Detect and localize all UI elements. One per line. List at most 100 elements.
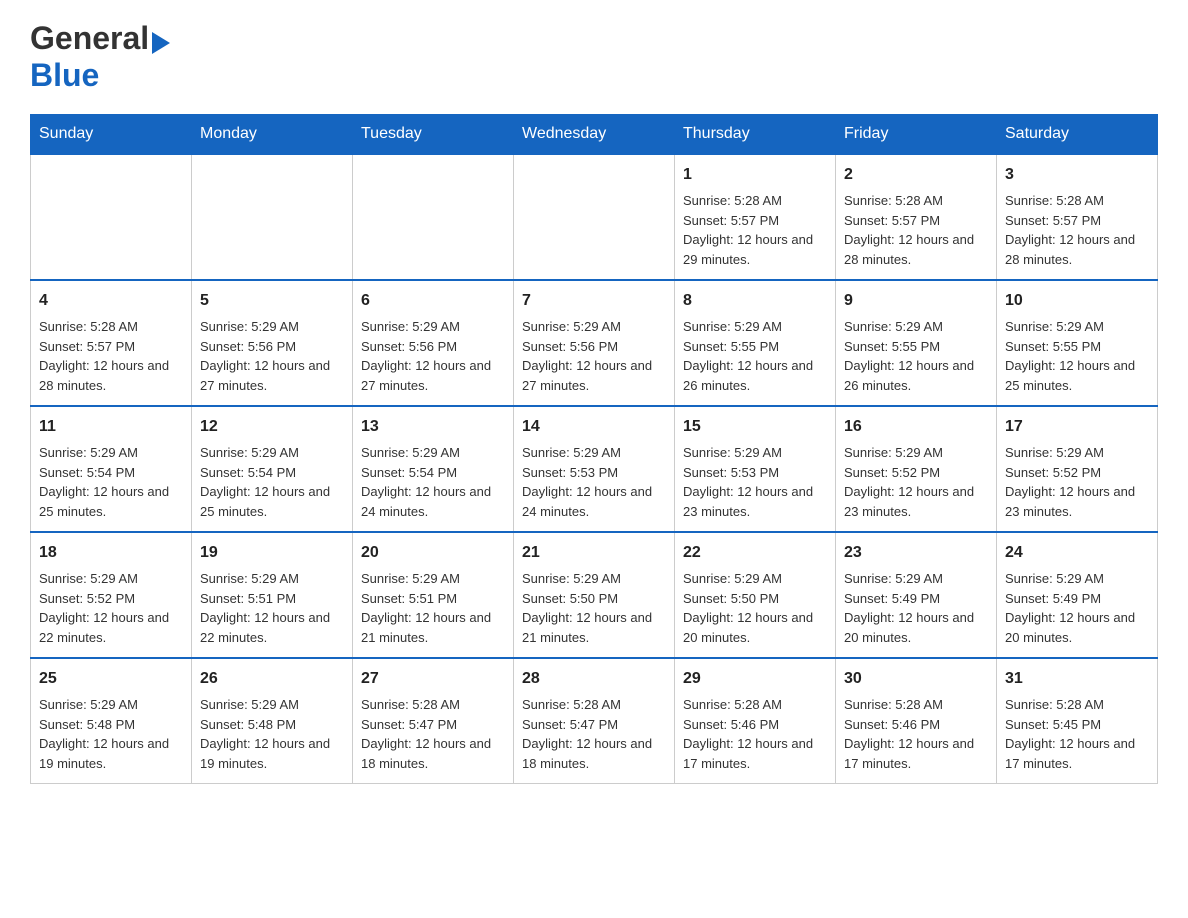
calendar-cell-16: 16 Sunrise: 5:29 AMSunset: 5:52 PMDayligh… xyxy=(836,406,997,532)
day-number: 31 xyxy=(1005,667,1149,691)
day-number: 10 xyxy=(1005,289,1149,313)
calendar-table: SundayMondayTuesdayWednesdayThursdayFrid… xyxy=(30,114,1158,784)
day-number: 9 xyxy=(844,289,988,313)
day-info: Sunrise: 5:29 AMSunset: 5:54 PMDaylight:… xyxy=(361,443,505,521)
week-row-5: 25 Sunrise: 5:29 AMSunset: 5:48 PMDayligh… xyxy=(31,658,1158,784)
day-info: Sunrise: 5:29 AMSunset: 5:56 PMDaylight:… xyxy=(200,317,344,395)
day-info: Sunrise: 5:29 AMSunset: 5:53 PMDaylight:… xyxy=(522,443,666,521)
week-row-3: 11 Sunrise: 5:29 AMSunset: 5:54 PMDayligh… xyxy=(31,406,1158,532)
day-info: Sunrise: 5:29 AMSunset: 5:55 PMDaylight:… xyxy=(844,317,988,395)
calendar-cell-20: 20 Sunrise: 5:29 AMSunset: 5:51 PMDayligh… xyxy=(353,532,514,658)
day-number: 3 xyxy=(1005,163,1149,187)
weekday-header-sunday: Sunday xyxy=(31,115,192,155)
calendar-cell-13: 13 Sunrise: 5:29 AMSunset: 5:54 PMDayligh… xyxy=(353,406,514,532)
day-number: 21 xyxy=(522,541,666,565)
weekday-header-thursday: Thursday xyxy=(675,115,836,155)
calendar-cell-empty-0 xyxy=(31,154,192,280)
weekday-header-saturday: Saturday xyxy=(997,115,1158,155)
day-number: 23 xyxy=(844,541,988,565)
calendar-cell-12: 12Sunrise: 5:29 AMSunset: 5:54 PMDayligh… xyxy=(192,406,353,532)
calendar-cell-5: 5 Sunrise: 5:29 AMSunset: 5:56 PMDaylight… xyxy=(192,280,353,406)
day-number: 8 xyxy=(683,289,827,313)
calendar-cell-4: 4 Sunrise: 5:28 AMSunset: 5:57 PMDaylight… xyxy=(31,280,192,406)
day-info: Sunrise: 5:29 AMSunset: 5:51 PMDaylight:… xyxy=(361,569,505,647)
calendar-cell-23: 23 Sunrise: 5:29 AMSunset: 5:49 PMDayligh… xyxy=(836,532,997,658)
day-info: Sunrise: 5:28 AMSunset: 5:45 PMDaylight:… xyxy=(1005,695,1149,773)
day-info: Sunrise: 5:29 AMSunset: 5:55 PMDaylight:… xyxy=(683,317,827,395)
weekday-header-wednesday: Wednesday xyxy=(514,115,675,155)
day-info: Sunrise: 5:29 AMSunset: 5:48 PMDaylight:… xyxy=(39,695,183,773)
calendar-cell-14: 14 Sunrise: 5:29 AMSunset: 5:53 PMDayligh… xyxy=(514,406,675,532)
calendar-cell-30: 30 Sunrise: 5:28 AMSunset: 5:46 PMDayligh… xyxy=(836,658,997,784)
calendar-cell-11: 11 Sunrise: 5:29 AMSunset: 5:54 PMDayligh… xyxy=(31,406,192,532)
week-row-1: 1Sunrise: 5:28 AMSunset: 5:57 PMDaylight… xyxy=(31,154,1158,280)
day-number: 14 xyxy=(522,415,666,439)
calendar-cell-22: 22 Sunrise: 5:29 AMSunset: 5:50 PMDayligh… xyxy=(675,532,836,658)
calendar-cell-24: 24 Sunrise: 5:29 AMSunset: 5:49 PMDayligh… xyxy=(997,532,1158,658)
calendar-cell-28: 28 Sunrise: 5:28 AMSunset: 5:47 PMDayligh… xyxy=(514,658,675,784)
page-header: General Blue xyxy=(30,20,1158,94)
day-number: 24 xyxy=(1005,541,1149,565)
day-number: 25 xyxy=(39,667,183,691)
calendar-cell-26: 26 Sunrise: 5:29 AMSunset: 5:48 PMDayligh… xyxy=(192,658,353,784)
day-info: Sunrise: 5:28 AMSunset: 5:47 PMDaylight:… xyxy=(522,695,666,773)
logo-blue-line: Blue xyxy=(30,57,170,94)
day-info: Sunrise: 5:28 AMSunset: 5:46 PMDaylight:… xyxy=(844,695,988,773)
day-info: Sunrise: 5:29 AMSunset: 5:54 PMDaylight:… xyxy=(39,443,183,521)
calendar-cell-7: 7 Sunrise: 5:29 AMSunset: 5:56 PMDaylight… xyxy=(514,280,675,406)
day-number: 5 xyxy=(200,289,344,313)
day-number: 26 xyxy=(200,667,344,691)
calendar-cell-6: 6 Sunrise: 5:29 AMSunset: 5:56 PMDaylight… xyxy=(353,280,514,406)
day-info: Sunrise: 5:29 AMSunset: 5:56 PMDaylight:… xyxy=(522,317,666,395)
day-number: 28 xyxy=(522,667,666,691)
day-number: 30 xyxy=(844,667,988,691)
day-number: 16 xyxy=(844,415,988,439)
logo-general-text: General xyxy=(30,20,149,56)
day-info: Sunrise: 5:29 AMSunset: 5:52 PMDaylight:… xyxy=(844,443,988,521)
day-number: 15 xyxy=(683,415,827,439)
calendar-cell-9: 9 Sunrise: 5:29 AMSunset: 5:55 PMDaylight… xyxy=(836,280,997,406)
logo-general-line: General xyxy=(30,20,170,57)
day-number: 7 xyxy=(522,289,666,313)
day-info: Sunrise: 5:29 AMSunset: 5:53 PMDaylight:… xyxy=(683,443,827,521)
weekday-header-monday: Monday xyxy=(192,115,353,155)
day-number: 20 xyxy=(361,541,505,565)
day-info: Sunrise: 5:28 AMSunset: 5:57 PMDaylight:… xyxy=(683,191,827,269)
calendar-cell-8: 8 Sunrise: 5:29 AMSunset: 5:55 PMDaylight… xyxy=(675,280,836,406)
weekday-header-tuesday: Tuesday xyxy=(353,115,514,155)
day-info: Sunrise: 5:29 AMSunset: 5:52 PMDaylight:… xyxy=(39,569,183,647)
day-info: Sunrise: 5:29 AMSunset: 5:55 PMDaylight:… xyxy=(1005,317,1149,395)
day-number: 6 xyxy=(361,289,505,313)
day-info: Sunrise: 5:29 AMSunset: 5:51 PMDaylight:… xyxy=(200,569,344,647)
calendar-cell-19: 19 Sunrise: 5:29 AMSunset: 5:51 PMDayligh… xyxy=(192,532,353,658)
day-info: Sunrise: 5:29 AMSunset: 5:54 PMDaylight:… xyxy=(200,443,344,521)
logo-blue-text: Blue xyxy=(30,57,99,93)
day-info: Sunrise: 5:28 AMSunset: 5:57 PMDaylight:… xyxy=(39,317,183,395)
day-info: Sunrise: 5:29 AMSunset: 5:49 PMDaylight:… xyxy=(844,569,988,647)
day-info: Sunrise: 5:29 AMSunset: 5:50 PMDaylight:… xyxy=(683,569,827,647)
day-number: 11 xyxy=(39,415,183,439)
day-number: 13 xyxy=(361,415,505,439)
day-number: 22 xyxy=(683,541,827,565)
day-info: Sunrise: 5:29 AMSunset: 5:49 PMDaylight:… xyxy=(1005,569,1149,647)
day-number: 4 xyxy=(39,289,183,313)
calendar-cell-empty-3 xyxy=(514,154,675,280)
calendar-cell-27: 27Sunrise: 5:28 AMSunset: 5:47 PMDayligh… xyxy=(353,658,514,784)
day-info: Sunrise: 5:29 AMSunset: 5:52 PMDaylight:… xyxy=(1005,443,1149,521)
day-info: Sunrise: 5:28 AMSunset: 5:57 PMDaylight:… xyxy=(844,191,988,269)
week-row-2: 4 Sunrise: 5:28 AMSunset: 5:57 PMDaylight… xyxy=(31,280,1158,406)
calendar-cell-21: 21Sunrise: 5:29 AMSunset: 5:50 PMDayligh… xyxy=(514,532,675,658)
day-number: 19 xyxy=(200,541,344,565)
calendar-cell-15: 15 Sunrise: 5:29 AMSunset: 5:53 PMDayligh… xyxy=(675,406,836,532)
calendar-cell-18: 18 Sunrise: 5:29 AMSunset: 5:52 PMDayligh… xyxy=(31,532,192,658)
day-info: Sunrise: 5:29 AMSunset: 5:56 PMDaylight:… xyxy=(361,317,505,395)
day-number: 29 xyxy=(683,667,827,691)
day-info: Sunrise: 5:29 AMSunset: 5:48 PMDaylight:… xyxy=(200,695,344,773)
calendar-cell-empty-2 xyxy=(353,154,514,280)
logo: General Blue xyxy=(30,20,170,94)
weekday-header-row: SundayMondayTuesdayWednesdayThursdayFrid… xyxy=(31,115,1158,155)
calendar-cell-29: 29Sunrise: 5:28 AMSunset: 5:46 PMDayligh… xyxy=(675,658,836,784)
day-number: 18 xyxy=(39,541,183,565)
day-info: Sunrise: 5:28 AMSunset: 5:57 PMDaylight:… xyxy=(1005,191,1149,269)
calendar-cell-2: 2Sunrise: 5:28 AMSunset: 5:57 PMDaylight… xyxy=(836,154,997,280)
